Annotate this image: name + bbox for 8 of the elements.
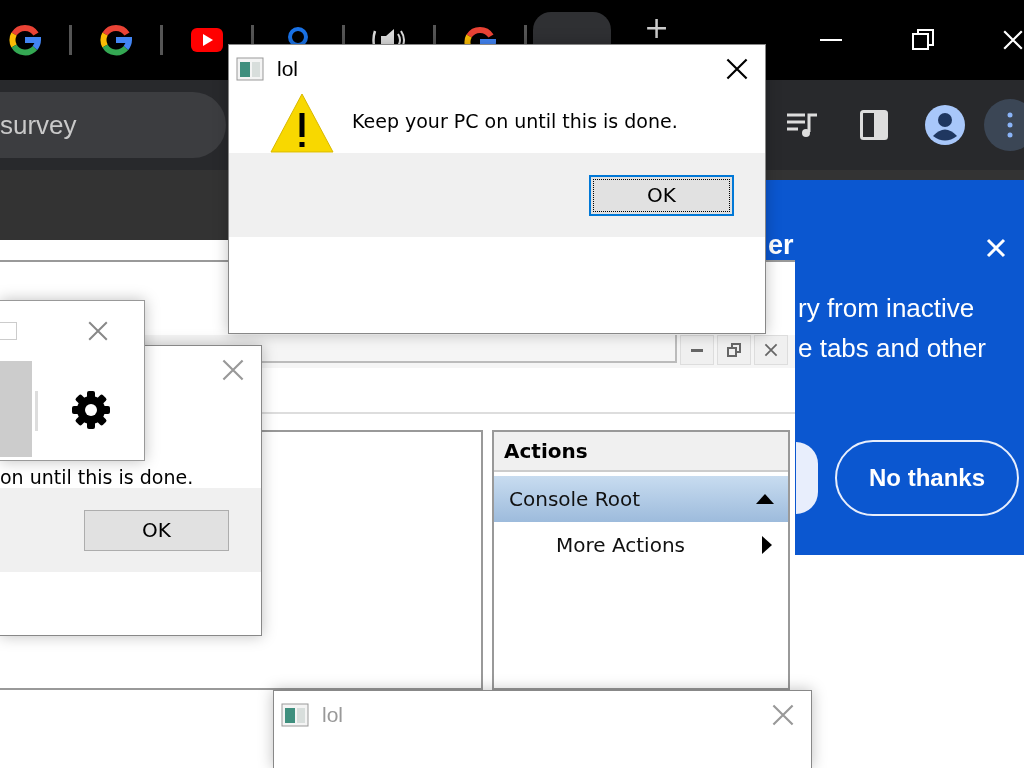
promo-text: ry from inactive xyxy=(798,294,976,322)
dialog-message: on until this is done. xyxy=(0,466,194,488)
promo-text: e tabs and other xyxy=(798,334,986,362)
actions-header: Actions xyxy=(494,432,788,472)
promo-heading: er xyxy=(768,232,794,259)
window-title: lol xyxy=(322,703,343,727)
dialog-message: Keep your PC on until this is done. xyxy=(352,110,678,132)
window-title: lol xyxy=(277,57,298,81)
